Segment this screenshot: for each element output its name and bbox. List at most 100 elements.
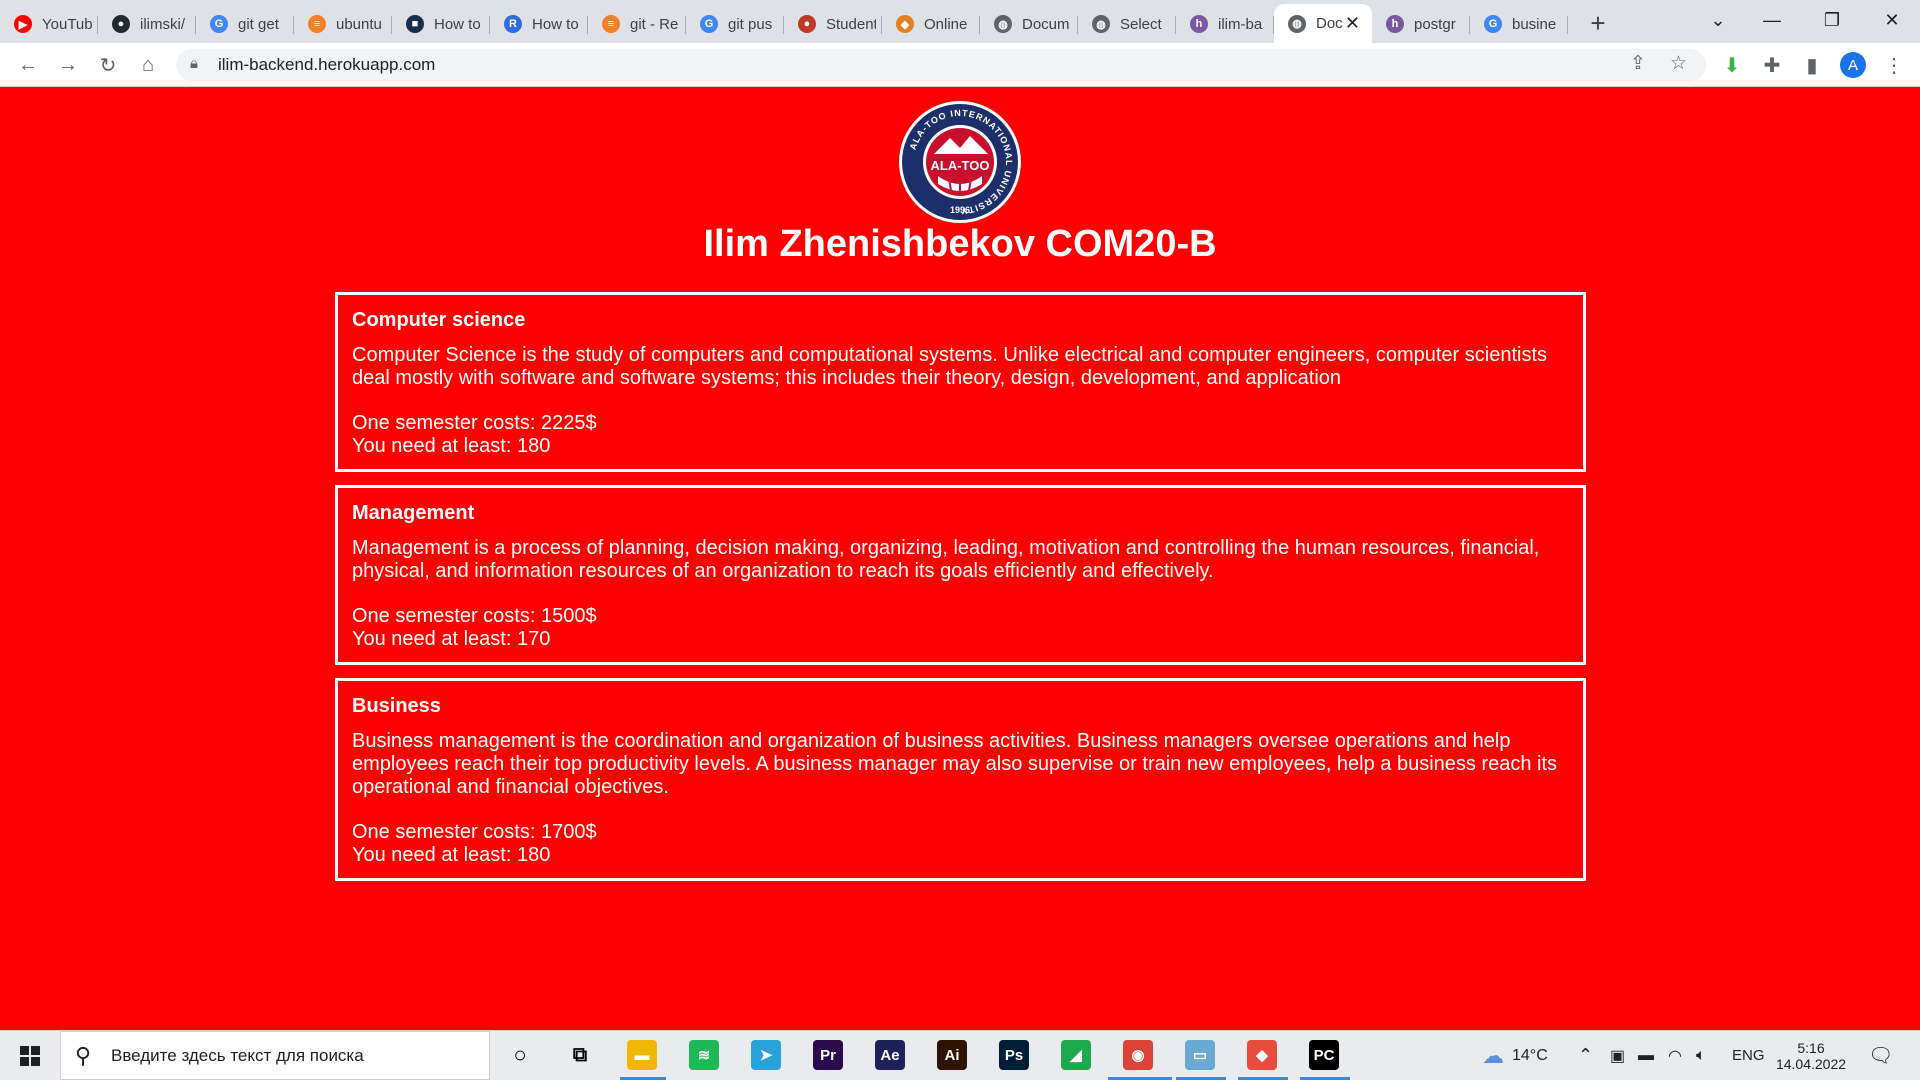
browser-tab[interactable]: ▶ YouTube xyxy=(0,6,98,42)
program-card-business: Business Business management is the coor… xyxy=(335,678,1586,881)
heroku-icon: h xyxy=(1190,15,1208,33)
tab-label: git pus xyxy=(728,15,773,33)
program-cost: One semester costs: 1500$ xyxy=(352,605,597,627)
home-icon[interactable]: ⌂ xyxy=(134,51,162,79)
program-min-score: You need at least: 180 xyxy=(352,844,551,866)
program-card-computer-science: Computer science Computer Science is the… xyxy=(335,292,1586,472)
photoshop-icon[interactable]: Ps xyxy=(999,1040,1029,1070)
colorful-app-icon[interactable]: ◆ xyxy=(1247,1040,1277,1070)
browser-tab[interactable]: ■ How to xyxy=(392,6,490,42)
spotify-icon[interactable]: ≋ xyxy=(689,1040,719,1070)
forward-arrow-icon[interactable]: → xyxy=(54,51,82,79)
youtube-icon: ▶ xyxy=(14,15,32,33)
lock-icon[interactable]: 🔒︎ xyxy=(190,55,198,72)
program-cost: One semester costs: 1700$ xyxy=(352,821,597,843)
side-panel-icon[interactable]: ▮ xyxy=(1798,51,1826,79)
close-tab-icon[interactable]: ✕ xyxy=(1345,13,1360,34)
tab-list: ▶YouTube●ilimski/Ggit get≡ubuntu■How toR… xyxy=(0,0,1568,43)
browser-tab[interactable]: ● ilimski/ xyxy=(98,6,196,42)
google-icon: G xyxy=(700,15,718,33)
search-placeholder[interactable]: Введите здесь текст для поиска xyxy=(111,1046,364,1066)
site-icon: R xyxy=(504,15,522,33)
browser-tab[interactable]: ◍ Docum xyxy=(980,6,1078,42)
clock-time: 5:16 xyxy=(1797,1039,1825,1056)
tab-label: git - Re xyxy=(630,15,679,33)
program-name: Management xyxy=(352,502,475,524)
program-description: Business management is the coordination … xyxy=(352,730,1558,798)
close-window-icon[interactable]: ✕ xyxy=(1870,0,1914,40)
browser-tab[interactable]: ≡ git - Re xyxy=(588,6,686,42)
heroku-icon: h xyxy=(1386,15,1404,33)
pycharm-icon[interactable]: PC xyxy=(1309,1040,1339,1070)
browser-tab[interactable]: ≡ ubuntu xyxy=(294,6,392,42)
tab-label: How to xyxy=(532,15,579,33)
after-effects-icon[interactable]: Ae xyxy=(875,1040,905,1070)
tab-search-icon[interactable]: ⌄ xyxy=(1696,0,1740,40)
tab-label: Select xyxy=(1120,15,1162,33)
weather-widget[interactable]: ☁ 14°C xyxy=(1482,1031,1548,1080)
notes-app-icon[interactable]: ▭ xyxy=(1185,1040,1215,1070)
browser-toolbar: ← → ↻ ⌂ 🔒︎ ilim-backend.herokuapp.com ⇪ … xyxy=(0,43,1920,87)
browser-tab[interactable]: h ilim-ba xyxy=(1176,6,1274,42)
address-bar[interactable]: 🔒︎ ilim-backend.herokuapp.com ⇪ ☆ xyxy=(176,49,1706,81)
browser-tab[interactable]: ● Student xyxy=(784,6,882,42)
globe-icon: ◍ xyxy=(994,15,1012,33)
chrome-icon[interactable]: ◉ xyxy=(1123,1040,1153,1070)
program-min-score: You need at least: 170 xyxy=(352,628,551,650)
search-icon: ⚲ xyxy=(75,1043,92,1068)
browser-tab[interactable]: ◍ Doc ✕ xyxy=(1274,4,1372,43)
cortana-icon[interactable]: ○ xyxy=(505,1040,535,1070)
extension-download-icon[interactable]: ⬇ xyxy=(1718,51,1746,79)
google-icon: G xyxy=(210,15,228,33)
tab-label: busine xyxy=(1512,15,1557,33)
browser-tab[interactable]: Gbusine xyxy=(1470,6,1568,42)
telegram-icon[interactable]: ➤ xyxy=(751,1040,781,1070)
notifications-icon[interactable]: 🗨︎ xyxy=(1868,1031,1893,1080)
battery-icon[interactable]: ▬ xyxy=(1638,1031,1654,1080)
url-text[interactable]: ilim-backend.herokuapp.com xyxy=(218,55,435,75)
windows-taskbar: ⚲ Введите здесь текст для поиска ○ ⧉ ▬ ≋ ➤… xyxy=(0,1030,1920,1080)
browser-tab[interactable]: R How to xyxy=(490,6,588,42)
stackoverflow-icon: ≡ xyxy=(308,15,326,33)
new-tab-button[interactable]: + xyxy=(1582,7,1614,39)
clock[interactable]: 5:16 14.04.2022 xyxy=(1776,1031,1846,1080)
tab-label: ilim-ba xyxy=(1218,15,1263,33)
green-app-icon[interactable]: ◢ xyxy=(1061,1040,1091,1070)
bookmark-star-icon[interactable]: ☆ xyxy=(1670,52,1687,75)
browser-tab[interactable]: ◆ Online xyxy=(882,6,980,42)
browser-tab[interactable]: Ggit get xyxy=(196,6,294,42)
weather-icon: ☁ xyxy=(1482,1042,1504,1068)
menu-kebab-icon[interactable]: ⋮ xyxy=(1880,51,1908,79)
volume-icon[interactable]: 🔈︎ xyxy=(1696,1031,1706,1080)
chevron-up-icon[interactable]: ⌃ xyxy=(1578,1031,1593,1080)
meet-now-icon[interactable]: ▣ xyxy=(1610,1031,1625,1080)
extensions-puzzle-icon[interactable]: ✚ xyxy=(1758,51,1786,79)
browser-tab[interactable]: ◍ Select xyxy=(1078,6,1176,42)
tab-label: git get xyxy=(238,15,279,33)
file-explorer-icon[interactable]: ▬ xyxy=(627,1040,657,1070)
share-icon[interactable]: ⇪ xyxy=(1630,52,1646,75)
browser-tab[interactable]: h postgr xyxy=(1372,6,1470,42)
site-icon: ■ xyxy=(406,15,424,33)
github-icon: ● xyxy=(112,15,130,33)
wifi-icon[interactable]: ◠ xyxy=(1668,1031,1682,1080)
restore-icon[interactable]: ❐ xyxy=(1810,0,1854,40)
browser-tab[interactable]: Ggit pus xyxy=(686,6,784,42)
task-view-icon[interactable]: ⧉ xyxy=(565,1040,595,1070)
premiere-icon[interactable]: Pr xyxy=(813,1040,843,1070)
tab-label: Docum xyxy=(1022,15,1070,33)
tab-label: Doc xyxy=(1316,15,1343,32)
tab-label: YouTube xyxy=(42,15,92,33)
page-title: Ilim Zhenishbekov COM20-B xyxy=(703,223,1217,265)
browser-tab-strip: ▶YouTube●ilimski/Ggit get≡ubuntu■How toR… xyxy=(0,0,1920,43)
windows-start-icon[interactable] xyxy=(10,1041,50,1071)
profile-avatar[interactable]: A xyxy=(1840,52,1866,78)
program-name: Computer science xyxy=(352,309,526,331)
back-arrow-icon[interactable]: ← xyxy=(14,51,42,79)
language-indicator[interactable]: ENG xyxy=(1732,1031,1765,1080)
minimize-icon[interactable]: — xyxy=(1750,0,1794,40)
program-description: Management is a process of planning, dec… xyxy=(352,537,1540,582)
reload-icon[interactable]: ↻ xyxy=(94,51,122,79)
illustrator-icon[interactable]: Ai xyxy=(937,1040,967,1070)
taskbar-search-box[interactable]: ⚲ Введите здесь текст для поиска xyxy=(60,1031,490,1080)
